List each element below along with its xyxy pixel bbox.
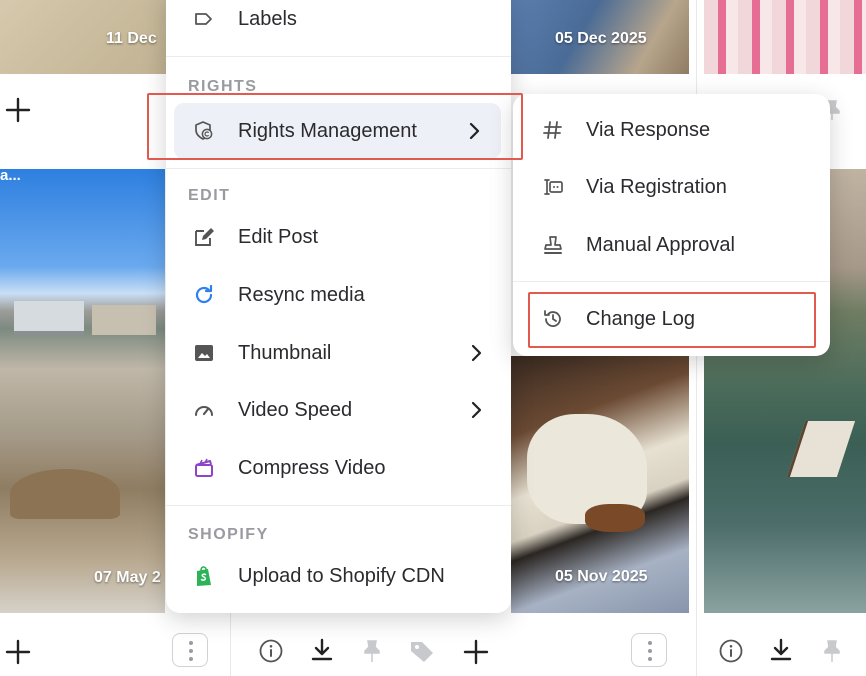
info-icon[interactable] xyxy=(258,638,284,664)
add-icon[interactable] xyxy=(462,638,490,666)
dog-paw xyxy=(585,504,645,532)
submenu-item-label: Via Registration xyxy=(586,176,727,198)
section-heading-edit: EDIT xyxy=(188,187,231,204)
building xyxy=(92,305,156,335)
menu-item-labels[interactable]: Labels xyxy=(174,0,503,44)
menu-item-thumbnail[interactable]: Thumbnail xyxy=(174,328,503,378)
menu-item-label: Rights Management xyxy=(238,120,417,142)
building xyxy=(14,301,84,335)
menu-item-label: Video Speed xyxy=(238,399,353,421)
more-options-button[interactable] xyxy=(631,633,667,667)
info-icon[interactable] xyxy=(718,638,744,664)
media-tile-video[interactable]: a... 07 May 2 xyxy=(0,169,165,613)
submenu-item-label: Change Log xyxy=(586,308,695,330)
image-icon xyxy=(195,345,213,361)
edit-icon xyxy=(195,228,214,246)
download-icon[interactable] xyxy=(308,636,336,664)
menu-divider xyxy=(166,56,511,57)
pin-icon[interactable] xyxy=(360,638,384,664)
shopify-bag-icon xyxy=(197,566,211,586)
tile-date: 11 Dec xyxy=(106,30,157,47)
shield-copyright-icon xyxy=(195,121,213,140)
submenu-item-label: Via Response xyxy=(586,119,711,141)
hash-icon xyxy=(543,121,562,139)
submenu-item-label: Manual Approval xyxy=(586,234,735,256)
menu-item-label: Edit Post xyxy=(238,226,319,248)
submenu-item-via-registration[interactable]: Via Registration xyxy=(513,162,830,212)
refresh-icon xyxy=(195,284,213,304)
section-heading-rights: RIGHTS xyxy=(188,78,258,95)
history-icon xyxy=(544,310,561,327)
chevron-right-icon xyxy=(469,122,480,140)
pin-icon[interactable] xyxy=(820,638,844,664)
menu-item-label: Resync media xyxy=(238,284,365,306)
submenu-item-change-log[interactable]: Change Log xyxy=(513,294,830,344)
chevron-right-icon xyxy=(471,401,482,419)
tag-icon[interactable] xyxy=(408,638,436,664)
vertical-dots-icon xyxy=(189,641,193,661)
more-options-button[interactable] xyxy=(172,633,208,667)
vertical-dots-icon xyxy=(648,641,652,661)
submenu-item-via-response[interactable]: Via Response xyxy=(513,105,830,155)
menu-item-upload-shopify-cdn[interactable]: Upload to Shopify CDN xyxy=(174,551,503,601)
menu-divider xyxy=(166,168,511,169)
dirt-mound xyxy=(10,469,120,519)
post-actions-menu: Labels RIGHTS Rights Management EDIT Edi… xyxy=(166,0,511,613)
tile-date: 05 Dec 2025 xyxy=(555,30,647,47)
tile-date: 05 Nov 2025 xyxy=(555,568,648,585)
chevron-right-icon xyxy=(471,344,482,362)
media-tile-thumbnail[interactable]: 05 Dec 2025 xyxy=(511,0,689,74)
stamp-icon xyxy=(544,236,562,254)
rights-management-submenu: Via Response Via Registration Manual App… xyxy=(513,94,830,356)
add-icon[interactable] xyxy=(4,96,32,124)
menu-item-compress-video[interactable]: Compress Video xyxy=(174,443,503,493)
speedometer-icon xyxy=(195,406,213,416)
tile-overlay-text: a... xyxy=(0,169,21,184)
menu-item-label: Labels xyxy=(238,8,297,30)
tile-date: 07 May 2 xyxy=(94,569,161,586)
download-icon[interactable] xyxy=(767,636,795,664)
clapperboard-icon xyxy=(195,458,213,477)
section-heading-shopify: SHOPIFY xyxy=(188,526,269,543)
menu-item-resync-media[interactable]: Resync media xyxy=(174,270,503,320)
media-tile-video[interactable]: 05 Nov 2025 xyxy=(511,356,689,613)
tag-outline-icon xyxy=(195,13,212,25)
media-tile-thumbnail[interactable] xyxy=(704,0,866,74)
menu-item-video-speed[interactable]: Video Speed xyxy=(174,385,503,435)
registration-form-icon xyxy=(544,179,563,195)
menu-divider xyxy=(166,505,511,506)
submenu-divider xyxy=(513,281,830,282)
menu-item-label: Upload to Shopify CDN xyxy=(238,565,445,587)
menu-item-rights-management[interactable]: Rights Management xyxy=(174,103,501,159)
menu-item-edit-post[interactable]: Edit Post xyxy=(174,212,503,262)
menu-item-label: Compress Video xyxy=(238,457,386,479)
deck-chair xyxy=(786,421,856,477)
submenu-item-manual-approval[interactable]: Manual Approval xyxy=(513,220,830,270)
add-icon[interactable] xyxy=(4,638,32,666)
menu-item-label: Thumbnail xyxy=(238,342,332,364)
